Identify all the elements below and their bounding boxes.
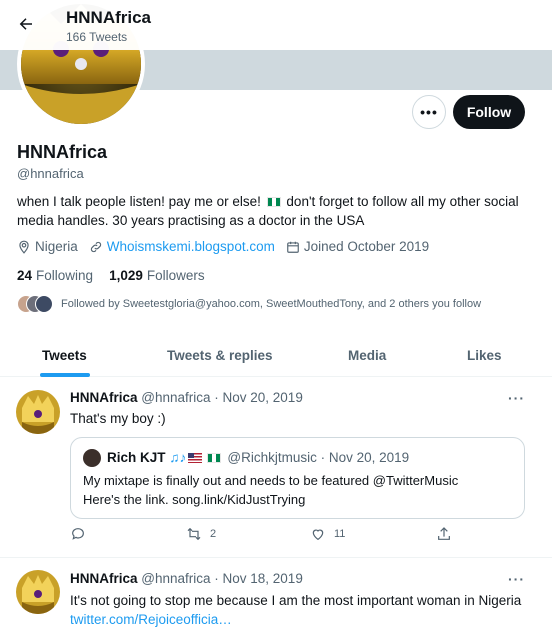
followers-link[interactable]: 1,029 Followers <box>109 268 205 283</box>
follower-avatars <box>17 295 53 313</box>
more-options-button[interactable]: ••• <box>412 95 446 129</box>
reply-button[interactable] <box>70 526 86 542</box>
profile-tabs: Tweets Tweets & replies Media Likes <box>0 333 552 377</box>
tweet-handle-date[interactable]: @hnnafrica · Nov 20, 2019 <box>141 390 303 405</box>
us-flag-icon <box>188 452 203 463</box>
retweet-icon <box>187 527 201 541</box>
tweet-more-icon[interactable]: ··· <box>508 571 525 587</box>
link-icon <box>90 241 101 252</box>
header-title-group: HNNAfrica 166 Tweets <box>66 8 151 45</box>
share-icon <box>438 527 450 540</box>
quote-avatar <box>83 449 101 467</box>
active-tab-indicator <box>40 373 90 377</box>
header-name: HNNAfrica <box>66 8 152 27</box>
tweet-link[interactable]: twitter.com/Rejoiceofficia… <box>70 610 540 627</box>
follow-button[interactable]: Follow <box>453 95 525 129</box>
profile-header: HNNAfrica 166 Tweets <box>0 0 552 50</box>
tweet[interactable]: HNNAfrica @hnnafrica · Nov 20, 2019 ··· … <box>0 378 552 558</box>
following-link[interactable]: 24 Following <box>17 268 93 283</box>
tweet-avatar[interactable] <box>16 570 60 614</box>
website[interactable]: Whoismskemi.blogspot.com <box>89 239 275 254</box>
tab-tweets[interactable]: Tweets <box>42 333 87 377</box>
follow-stats: 24 Following 1,029 Followers <box>17 268 221 283</box>
like-button[interactable]: 11 <box>310 526 345 542</box>
share-button[interactable] <box>436 526 452 542</box>
location: Nigeria <box>17 239 78 254</box>
tab-media[interactable]: Media <box>348 333 386 377</box>
profile-handle: @hnnafrica <box>17 166 84 181</box>
tab-likes[interactable]: Likes <box>467 333 502 377</box>
tweet[interactable]: HNNAfrica @hnnafrica · Nov 18, 2019 ··· … <box>0 558 552 627</box>
heart-icon <box>312 529 324 541</box>
join-date: Joined October 2019 <box>286 239 429 254</box>
like-count: 11 <box>334 528 346 540</box>
avatar <box>35 295 53 313</box>
tweet-actions: 2 11 <box>70 526 470 548</box>
quote-handle-date: @Richkjtmusic · Nov 20, 2019 <box>227 450 410 465</box>
retweet-count: 2 <box>210 528 217 540</box>
profile-bio: when I talk people listen! pay me or els… <box>17 192 537 230</box>
music-emoji-icon: ♫♪ <box>169 450 187 465</box>
profile-name: HNNAfrica <box>17 142 108 162</box>
back-arrow-icon[interactable] <box>10 8 42 40</box>
quote-text: My mixtape is finally out and needs to b… <box>83 473 459 507</box>
tab-tweets-replies[interactable]: Tweets & replies <box>167 333 273 377</box>
nigeria-flag-icon <box>207 452 222 463</box>
header-tweet-count: 166 Tweets <box>66 30 128 44</box>
bio-text-start: when I talk people listen! pay me or els… <box>17 194 261 209</box>
quote-header: Rich KJT ♫♪ @Richkjtmusic · Nov 20, 2019 <box>107 450 409 465</box>
quote-author: Rich KJT <box>107 450 166 465</box>
reply-icon <box>72 528 84 540</box>
tweet-text: It's not going to stop me because I am t… <box>70 591 540 627</box>
nigeria-flag-icon <box>266 197 281 207</box>
followed-by-text: Followed by Sweetestgloria@yahoo.com, Sw… <box>61 298 482 310</box>
tweet-avatar[interactable] <box>16 390 60 434</box>
tweet-header: HNNAfrica @hnnafrica · Nov 18, 2019 <box>70 571 303 586</box>
tweet-handle-date[interactable]: @hnnafrica · Nov 18, 2019 <box>141 571 303 586</box>
tweet-author[interactable]: HNNAfrica <box>70 571 138 586</box>
website-link[interactable]: Whoismskemi.blogspot.com <box>107 239 275 254</box>
tweet-more-icon[interactable]: ··· <box>508 390 525 406</box>
followed-by[interactable]: Followed by Sweetestgloria@yahoo.com, Sw… <box>17 295 481 313</box>
tweet-author[interactable]: HNNAfrica <box>70 390 138 405</box>
calendar-icon <box>287 241 299 253</box>
profile-meta: Nigeria Whoismskemi.blogspot.com Joined … <box>17 239 440 254</box>
location-pin-icon <box>19 240 29 254</box>
tweet-text: That's my boy :) <box>70 411 166 426</box>
retweet-button[interactable]: 2 <box>186 526 216 542</box>
tweet-header: HNNAfrica @hnnafrica · Nov 20, 2019 <box>70 390 303 405</box>
quoted-tweet[interactable]: Rich KJT ♫♪ @Richkjtmusic · Nov 20, 2019… <box>70 437 525 519</box>
